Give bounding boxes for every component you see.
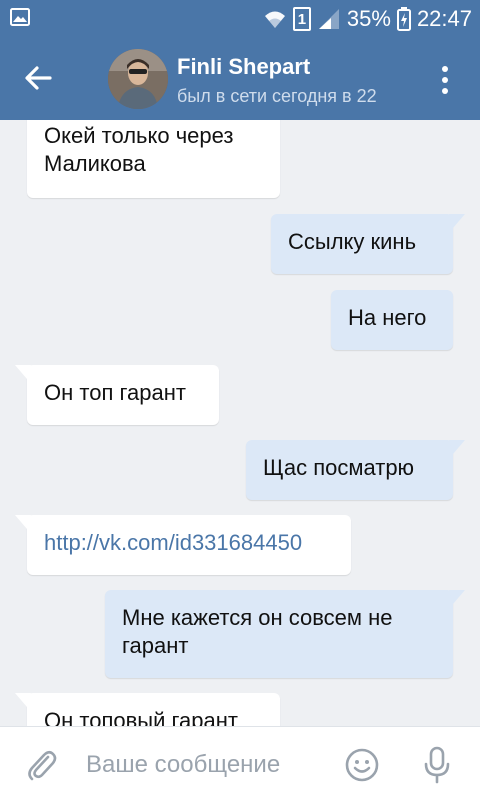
message-text: На него bbox=[348, 305, 427, 330]
online-status: был в сети сегодня в 22 bbox=[177, 86, 377, 106]
sim-icon: 1 bbox=[292, 7, 311, 31]
message-list[interactable]: Окей только через Маликова Ссылку кинь Н… bbox=[0, 120, 480, 726]
message-incoming[interactable]: Он топовый гарант bbox=[15, 693, 280, 726]
message-incoming[interactable]: http://vk.com/id331684450 bbox=[15, 515, 351, 575]
smile-icon[interactable] bbox=[344, 747, 380, 783]
message-incoming[interactable]: Он топ гарант bbox=[15, 365, 219, 425]
clock: 22:47 bbox=[416, 6, 472, 31]
profile-link[interactable]: http://vk.com/id331684450 bbox=[44, 530, 302, 555]
signal-icon bbox=[318, 9, 339, 29]
message-text: Мне кажется он совсем не гарант bbox=[122, 605, 393, 658]
message-incoming[interactable]: Окей только через Маликова bbox=[27, 120, 280, 198]
message-text: Он топ гарант bbox=[44, 380, 186, 405]
message-outgoing[interactable]: Ссылку кинь bbox=[271, 214, 465, 274]
battery-icon bbox=[396, 7, 411, 31]
message-input[interactable] bbox=[86, 749, 326, 781]
message-outgoing[interactable]: На него bbox=[331, 290, 453, 350]
sim-slot-label: 1 bbox=[297, 10, 307, 28]
chat-header: Finli Shepart был в сети сегодня в 22 bbox=[0, 38, 480, 120]
avatar[interactable] bbox=[108, 49, 168, 109]
status-bar: 1 35% 22:47 bbox=[0, 0, 480, 38]
message-composer bbox=[0, 726, 480, 800]
microphone-icon[interactable] bbox=[420, 745, 454, 785]
message-text: Он топовый гарант bbox=[44, 708, 238, 726]
message-text: Ссылку кинь bbox=[288, 229, 417, 254]
message-text: Щас посматрю bbox=[263, 455, 415, 480]
paperclip-icon[interactable] bbox=[24, 747, 60, 783]
gallery-icon bbox=[10, 8, 30, 26]
back-arrow-icon[interactable] bbox=[16, 56, 60, 100]
contact-name[interactable]: Finli Shepart bbox=[177, 54, 310, 80]
message-text: Окей только через Маликова bbox=[44, 123, 234, 176]
message-outgoing[interactable]: Мне кажется он совсем не гарант bbox=[105, 590, 465, 678]
message-outgoing[interactable]: Щас посматрю bbox=[246, 440, 465, 500]
more-vertical-icon[interactable] bbox=[430, 60, 460, 100]
battery-percent: 35% bbox=[346, 6, 391, 31]
wifi-icon bbox=[264, 11, 285, 28]
